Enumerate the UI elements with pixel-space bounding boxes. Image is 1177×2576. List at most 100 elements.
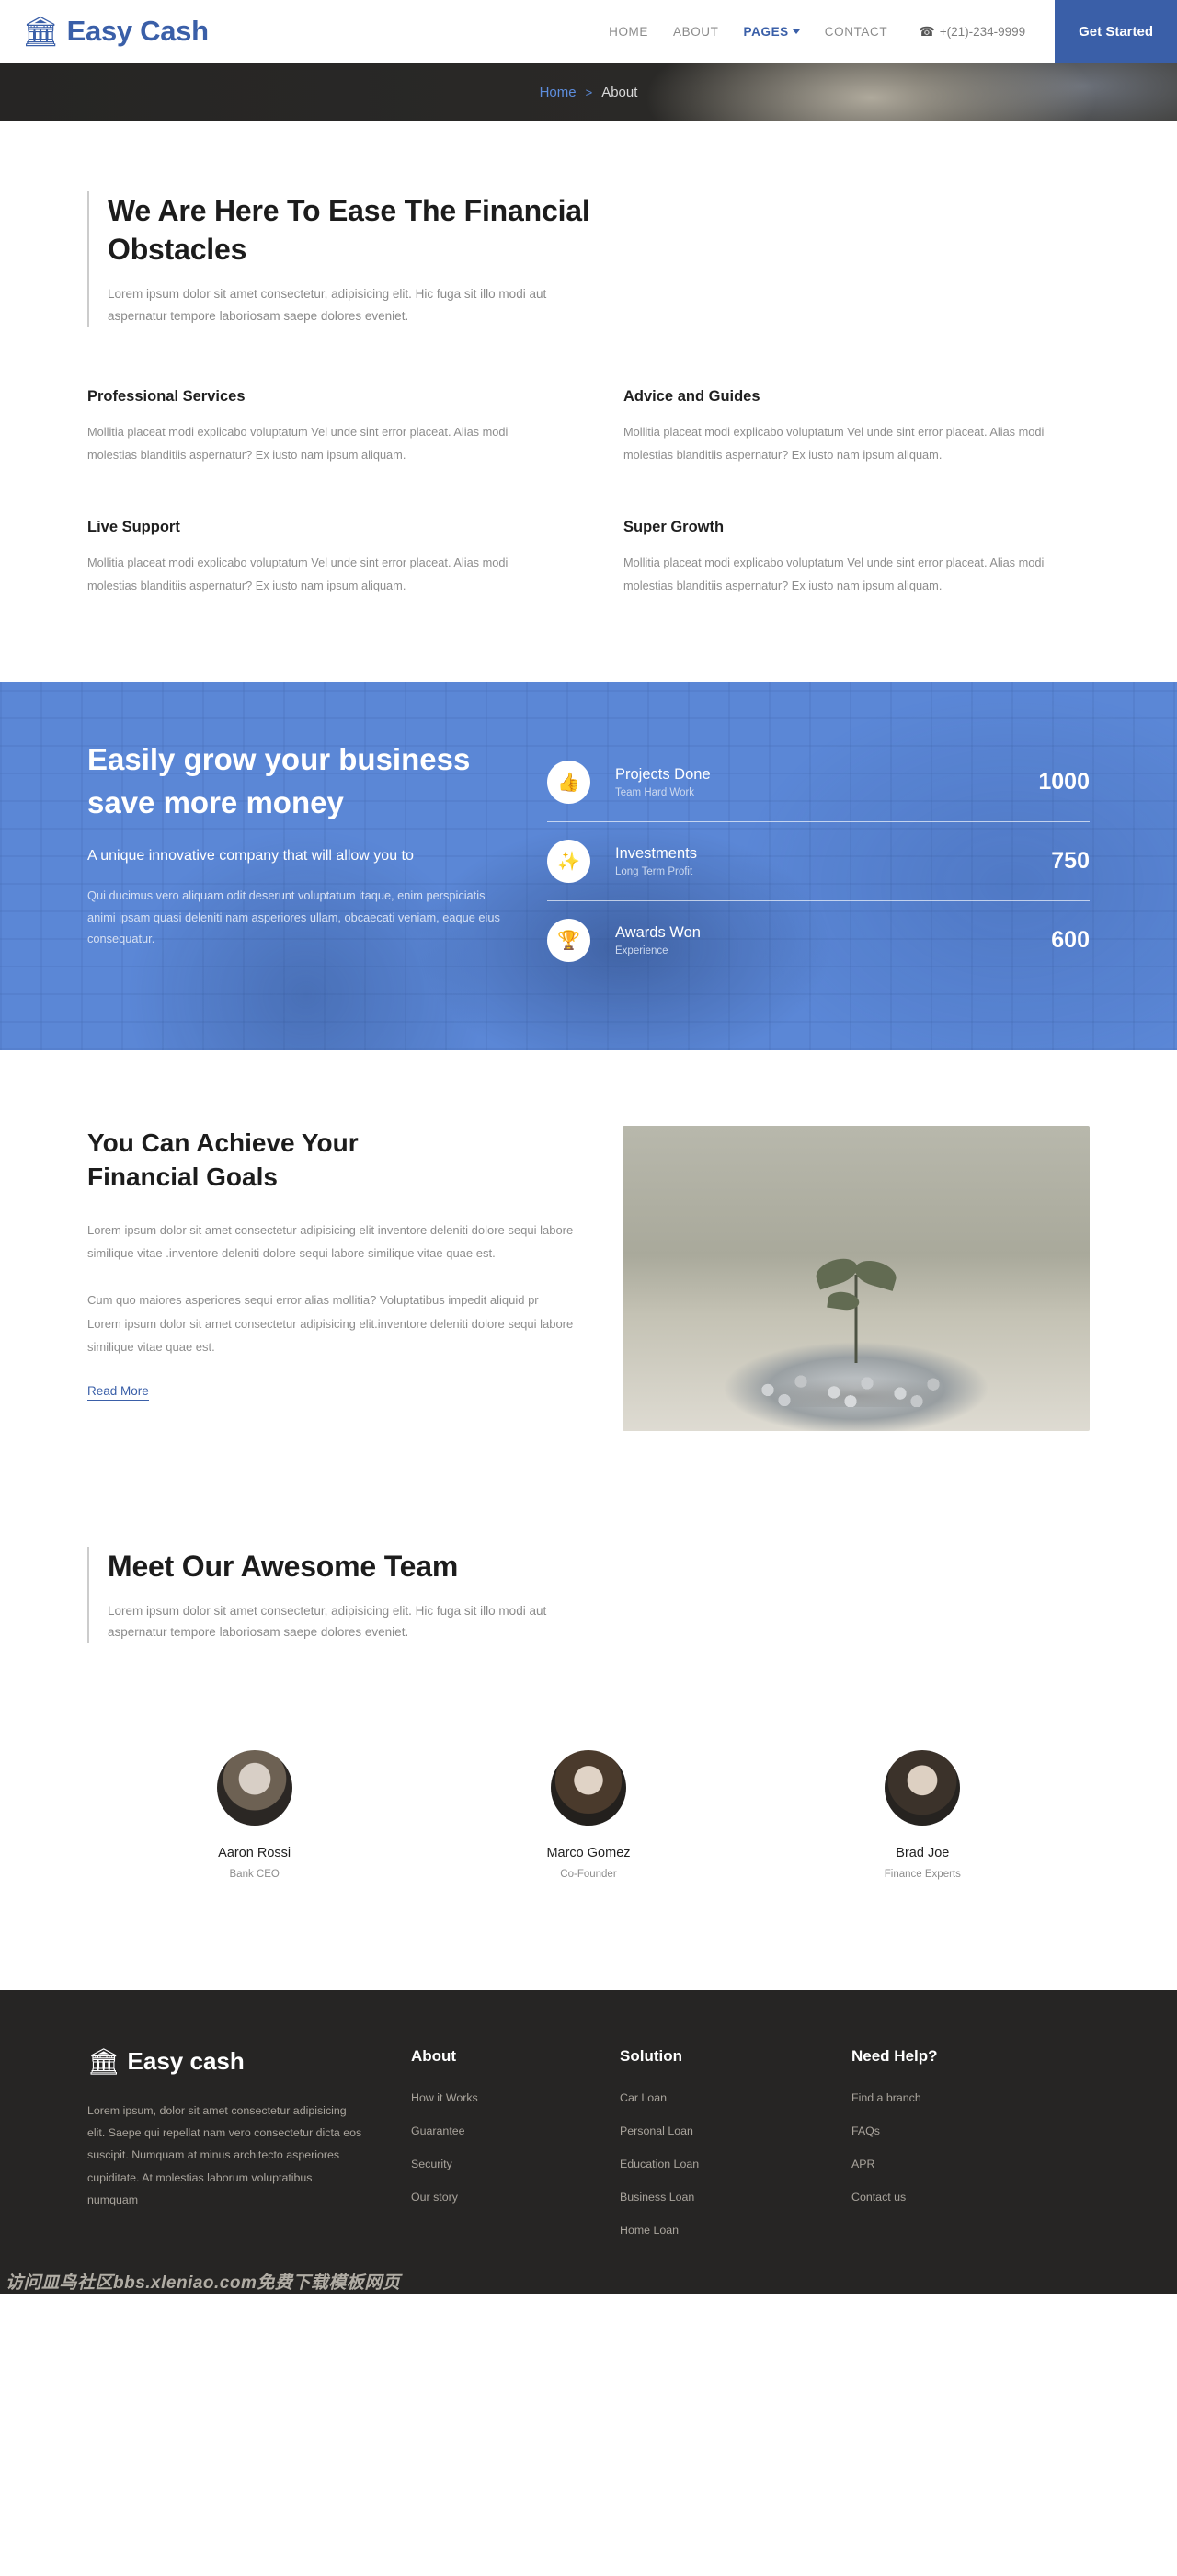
- feature-card: Advice and Guides Mollitia placeat modi …: [623, 388, 1090, 467]
- stat-label: Investments: [615, 844, 697, 862]
- team-member-name: Aaron Rossi: [218, 1846, 291, 1861]
- site-footer: 🏛 Easy cash Lorem ipsum, dolor sit amet …: [0, 1990, 1177, 2295]
- stat-note: Long Term Profit: [615, 866, 693, 878]
- footer-link[interactable]: APR: [851, 2158, 1035, 2170]
- team-member-name: Brad Joe: [896, 1846, 950, 1861]
- nav-links: HOME ABOUT PAGES CONTACT: [609, 25, 887, 39]
- footer-brand-name: Easy cash: [127, 2047, 245, 2076]
- stat-value: 1000: [1038, 768, 1090, 795]
- bank-icon: 🏛: [87, 2046, 120, 2076]
- breadcrumb-home-link[interactable]: Home: [540, 85, 577, 100]
- team-section: Meet Our Awesome Team Lorem ipsum dolor …: [0, 1514, 1177, 1990]
- feature-title: Super Growth: [623, 518, 725, 535]
- stats-list: 👍 Projects Done Team Hard Work 1000 ✨ In…: [547, 738, 1090, 979]
- team-member-card[interactable]: Marco Gomez Co-Founder: [421, 1750, 755, 1880]
- feature-card: Professional Services Mollitia placeat m…: [87, 388, 554, 467]
- feature-title: Live Support: [87, 518, 180, 535]
- get-started-button[interactable]: Get Started: [1055, 0, 1177, 63]
- nav-link-pages-label: PAGES: [743, 24, 789, 39]
- growth-heading: Easily grow your business save more mone…: [87, 741, 471, 820]
- footer-column-need-help: Need Help? Find a branch FAQs APR Contac…: [851, 2047, 1035, 2257]
- feature-card: Super Growth Mollitia placeat modi expli…: [623, 519, 1090, 598]
- footer-link[interactable]: Business Loan: [620, 2191, 804, 2204]
- feature-title: Advice and Guides: [623, 387, 760, 405]
- team-member-name: Marco Gomez: [546, 1846, 631, 1861]
- footer-column-solution: Solution Car Loan Personal Loan Educatio…: [620, 2047, 804, 2257]
- footer-link[interactable]: Personal Loan: [620, 2124, 804, 2137]
- footer-link[interactable]: Our story: [411, 2191, 572, 2204]
- footer-link[interactable]: Find a branch: [851, 2091, 1035, 2104]
- thumbs-up-icon: 👍: [547, 760, 590, 804]
- team-member-card[interactable]: Aaron Rossi Bank CEO: [87, 1750, 421, 1880]
- page-title: We Are Here To Ease The Financial Obstac…: [108, 194, 590, 267]
- feature-body: Mollitia placeat modi explicabo voluptat…: [623, 424, 1045, 462]
- goals-text-block: You Can Achieve Your Financial Goals Lor…: [87, 1126, 575, 1402]
- stat-value: 750: [1051, 847, 1090, 874]
- team-heading-block: Meet Our Awesome Team Lorem ipsum dolor …: [87, 1546, 1090, 1644]
- nav-link-about[interactable]: ABOUT: [673, 25, 719, 39]
- team-member-card[interactable]: Brad Joe Finance Experts: [756, 1750, 1090, 1880]
- nav-link-pages[interactable]: PAGES: [744, 25, 800, 39]
- team-lead-text: Lorem ipsum dolor sit amet consectetur, …: [108, 1603, 547, 1640]
- feature-title: Professional Services: [87, 387, 246, 405]
- team-heading: Meet Our Awesome Team: [108, 1549, 459, 1583]
- breadcrumb: Home > About: [540, 85, 638, 100]
- nav-link-contact[interactable]: CONTACT: [825, 25, 887, 39]
- goals-paragraph-2: Cum quo maiores asperiores sequi error a…: [87, 1293, 574, 1354]
- stat-row: 👍 Projects Done Team Hard Work 1000: [547, 743, 1090, 822]
- goals-image: [623, 1125, 1090, 1431]
- goals-paragraph-1: Lorem ipsum dolor sit amet consectetur a…: [87, 1222, 574, 1260]
- feature-card: Live Support Mollitia placeat modi expli…: [87, 519, 554, 598]
- feature-body: Mollitia placeat modi explicabo voluptat…: [87, 555, 509, 592]
- features-grid: Professional Services Mollitia placeat m…: [87, 388, 1090, 673]
- nav-right-group: HOME ABOUT PAGES CONTACT ☎ +(21)-234-999…: [609, 0, 1177, 63]
- nav-link-home[interactable]: HOME: [609, 25, 648, 39]
- footer-link[interactable]: Guarantee: [411, 2124, 572, 2137]
- avatar: [216, 1750, 292, 1826]
- breadcrumb-separator-icon: >: [585, 85, 593, 99]
- footer-link[interactable]: How it Works: [411, 2091, 572, 2104]
- footer-link[interactable]: Contact us: [851, 2191, 1035, 2204]
- stat-label: Projects Done: [615, 765, 711, 783]
- about-page: 🏛 Easy Cash HOME ABOUT PAGES CONTACT ☎ +…: [0, 0, 1177, 2295]
- breadcrumb-current: About: [601, 84, 638, 100]
- avatar: [550, 1750, 626, 1826]
- footer-link[interactable]: Home Loan: [620, 2224, 804, 2237]
- footer-description: Lorem ipsum, dolor sit amet consectetur …: [87, 2104, 362, 2206]
- growth-text-block: Easily grow your business save more mone…: [87, 738, 547, 979]
- footer-column-about: About How it Works Guarantee Security Ou…: [411, 2047, 572, 2257]
- goals-section: You Can Achieve Your Financial Goals Lor…: [0, 1050, 1177, 1514]
- footer-link[interactable]: Car Loan: [620, 2091, 804, 2104]
- stat-row: ✨ Investments Long Term Profit 750: [547, 822, 1090, 901]
- feature-body: Mollitia placeat modi explicabo voluptat…: [623, 555, 1045, 592]
- growth-paragraph: Qui ducimus vero aliquam odit deserunt v…: [87, 888, 500, 946]
- footer-column-heading: About: [411, 2047, 457, 2066]
- stat-row: 🏆 Awards Won Experience 600: [547, 901, 1090, 979]
- intro-section: We Are Here To Ease The Financial Obstac…: [0, 121, 1177, 682]
- footer-column-heading: Need Help?: [851, 2047, 938, 2066]
- chevron-down-icon: [792, 29, 800, 35]
- growth-subheading: A unique innovative company that will al…: [87, 848, 414, 864]
- intro-lead-text: Lorem ipsum dolor sit amet consectetur, …: [108, 287, 547, 324]
- nav-phone[interactable]: ☎ +(21)-234-9999: [919, 24, 1025, 40]
- trophy-icon: 🏆: [547, 918, 590, 962]
- footer-link[interactable]: Education Loan: [620, 2158, 804, 2170]
- stat-label: Awards Won: [615, 923, 701, 941]
- goals-heading: You Can Achieve Your Financial Goals: [87, 1128, 359, 1192]
- growth-stats-section: Easily grow your business save more mone…: [0, 681, 1177, 1050]
- plant-leaf-shape: [812, 1254, 861, 1290]
- stat-value: 600: [1051, 926, 1090, 953]
- footer-logo[interactable]: 🏛 Easy cash: [87, 2047, 363, 2076]
- team-member-role: Co-Founder: [560, 1869, 617, 1881]
- plant-leaf-shape: [851, 1255, 899, 1291]
- brand-name: Easy Cash: [66, 15, 209, 47]
- nav-phone-number: +(21)-234-9999: [939, 24, 1026, 39]
- footer-link[interactable]: Security: [411, 2158, 572, 2170]
- brand-logo[interactable]: 🏛 Easy Cash: [22, 15, 209, 48]
- team-member-role: Bank CEO: [229, 1869, 280, 1881]
- magic-wand-icon: ✨: [547, 839, 590, 883]
- coins-pile-shape: [718, 1349, 994, 1407]
- bank-icon: 🏛: [22, 15, 60, 48]
- footer-link[interactable]: FAQs: [851, 2124, 1035, 2137]
- read-more-link[interactable]: Read More: [87, 1384, 149, 1402]
